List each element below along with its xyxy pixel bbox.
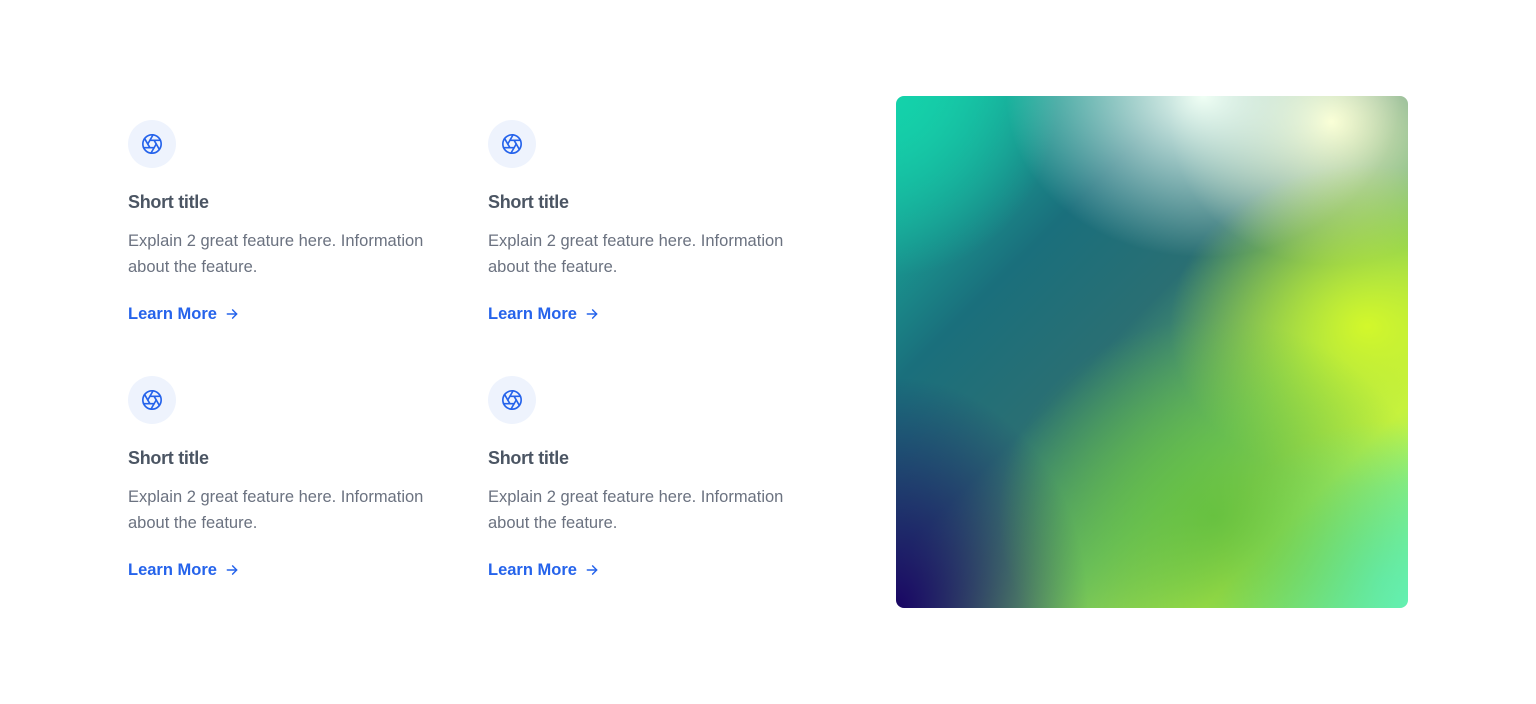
feature-title: Short title — [128, 192, 209, 212]
learn-more-link[interactable]: Learn More — [488, 560, 599, 580]
feature-description: Explain 2 great feature here. Informatio… — [128, 232, 424, 276]
learn-more-label: Learn More — [128, 305, 217, 323]
arrow-right-icon — [586, 309, 598, 319]
feature-description: Explain 2 great feature here. Informatio… — [488, 232, 784, 276]
aperture-icon — [142, 134, 162, 154]
feature-title: Short title — [128, 448, 209, 468]
aperture-icon — [142, 390, 162, 410]
arrow-right-icon — [226, 565, 238, 575]
feature-title: Short title — [488, 448, 569, 468]
feature-description: Explain 2 great feature here. Informatio… — [128, 488, 424, 532]
feature-grid: Short title Explain 2 great feature here… — [128, 120, 808, 608]
learn-more-link[interactable]: Learn More — [488, 304, 599, 324]
learn-more-link[interactable]: Learn More — [128, 304, 239, 324]
gradient-image — [896, 96, 1408, 608]
arrow-right-icon — [586, 565, 598, 575]
feature-card: Short title Explain 2 great feature here… — [488, 120, 808, 376]
learn-more-label: Learn More — [488, 561, 577, 579]
learn-more-label: Learn More — [128, 561, 217, 579]
feature-icon-badge — [128, 376, 176, 424]
feature-icon-badge — [128, 120, 176, 168]
feature-icon-badge — [488, 120, 536, 168]
feature-card: Short title Explain 2 great feature here… — [488, 376, 808, 608]
learn-more-link[interactable]: Learn More — [128, 560, 239, 580]
features-section: Short title Explain 2 great feature here… — [0, 0, 1536, 704]
arrow-right-icon — [226, 309, 238, 319]
feature-card: Short title Explain 2 great feature here… — [128, 376, 488, 608]
feature-icon-badge — [488, 376, 536, 424]
feature-description: Explain 2 great feature here. Informatio… — [488, 488, 784, 532]
aperture-icon — [502, 390, 522, 410]
feature-title: Short title — [488, 192, 569, 212]
learn-more-label: Learn More — [488, 305, 577, 323]
aperture-icon — [502, 134, 522, 154]
feature-card: Short title Explain 2 great feature here… — [128, 120, 488, 376]
